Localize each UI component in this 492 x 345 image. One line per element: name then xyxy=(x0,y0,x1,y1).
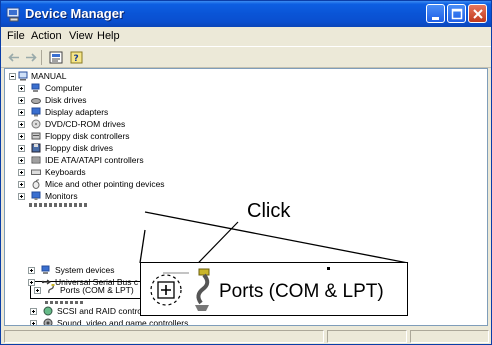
expand-toggle[interactable] xyxy=(18,109,25,116)
expand-toggle[interactable] xyxy=(18,97,25,104)
menu-file[interactable]: File xyxy=(7,30,25,42)
expand-toggle[interactable] xyxy=(30,308,37,315)
dvd-drive-icon xyxy=(31,119,41,129)
scsi-controller-icon xyxy=(43,306,53,316)
ide-controller-icon xyxy=(31,156,41,164)
tree-item-label: Mice and other pointing devices xyxy=(45,179,165,189)
expand-toggle[interactable] xyxy=(28,279,35,286)
expand-toggle[interactable] xyxy=(18,133,25,140)
close-button[interactable] xyxy=(468,4,487,23)
tree-item-label: System devices xyxy=(55,265,115,275)
system-devices-icon xyxy=(41,265,50,274)
svg-text:?: ? xyxy=(74,54,79,64)
expand-toggle[interactable] xyxy=(18,85,25,92)
expand-toggle[interactable] xyxy=(18,169,25,176)
collapse-toggle[interactable] xyxy=(9,73,16,80)
tree-item-label: DVD/CD-ROM drives xyxy=(45,119,126,129)
expand-toggle[interactable] xyxy=(18,121,25,128)
computer-icon xyxy=(31,83,40,92)
disk-drive-icon xyxy=(31,98,41,104)
back-arrow-icon[interactable] xyxy=(6,50,22,65)
minimize-button[interactable] xyxy=(426,4,445,23)
floppy-drive-icon xyxy=(31,143,41,153)
zoomed-ports-label: Ports (COM & LPT) xyxy=(219,281,384,302)
properties-icon[interactable] xyxy=(48,50,64,65)
floppy-controller-icon xyxy=(31,132,41,140)
maximize-icon xyxy=(451,8,463,20)
zoomed-port-icon xyxy=(195,268,210,311)
toolbar: ? xyxy=(1,46,491,68)
tree-item-label: Universal Serial Bus c xyxy=(55,277,139,287)
title-bar[interactable]: Device Manager xyxy=(1,1,491,27)
toolbar-separator xyxy=(41,50,42,65)
expand-toggle[interactable] xyxy=(30,320,37,325)
tree-item-label: Monitors xyxy=(45,191,78,201)
tree-item-label: Sound, video and game controllers xyxy=(57,318,189,326)
keyboard-icon xyxy=(31,169,41,175)
tree-item-label: IDE ATA/ATAPI controllers xyxy=(45,155,144,165)
sound-icon xyxy=(43,318,53,325)
expand-toggle[interactable] xyxy=(28,267,35,274)
status-pane-3 xyxy=(410,330,489,343)
zoom-callout: Ports (COM & LPT) xyxy=(140,262,408,316)
callout-dot xyxy=(327,267,330,270)
status-bar xyxy=(1,328,491,344)
mouse-icon xyxy=(32,179,40,189)
status-pane-2 xyxy=(327,330,407,343)
click-annotation-label: Click xyxy=(247,200,291,222)
monitor-icon xyxy=(31,191,41,200)
forward-arrow-icon[interactable] xyxy=(23,50,39,65)
tree-item-label: Display adapters xyxy=(45,107,109,117)
tree-item-label: Computer xyxy=(45,83,83,93)
status-pane-main xyxy=(4,330,324,343)
close-icon xyxy=(473,9,483,19)
expand-toggle[interactable] xyxy=(18,181,25,188)
obscured-tree-row xyxy=(45,301,85,304)
tree-item-label: Disk drives xyxy=(45,95,87,105)
computer-icon xyxy=(18,71,28,81)
tree-item-label: Keyboards xyxy=(45,167,86,177)
expand-toggle[interactable] xyxy=(18,145,25,152)
minimize-icon xyxy=(432,17,439,20)
help-icon[interactable]: ? xyxy=(69,50,85,65)
display-adapter-icon xyxy=(31,107,41,117)
tree-item-label: Floppy disk drives xyxy=(45,143,114,153)
menu-view[interactable]: View xyxy=(69,30,93,42)
window-title: Device Manager xyxy=(25,6,124,21)
expand-toggle[interactable] xyxy=(34,287,41,294)
tree-item-label: Floppy disk controllers xyxy=(45,131,130,141)
expand-toggle[interactable] xyxy=(18,193,25,200)
expand-toggle[interactable] xyxy=(18,157,25,164)
tree-item-usb[interactable]: Universal Serial Bus c xyxy=(25,276,140,288)
tree-root-label: MANUAL xyxy=(31,71,67,81)
menu-bar: File Action View Help xyxy=(1,27,491,46)
maximize-button[interactable] xyxy=(447,4,466,23)
device-manager-icon xyxy=(6,7,20,22)
menu-action[interactable]: Action xyxy=(31,30,62,42)
usb-icon xyxy=(41,279,51,285)
menu-help[interactable]: Help xyxy=(97,30,120,42)
obscured-tree-row xyxy=(29,203,89,207)
